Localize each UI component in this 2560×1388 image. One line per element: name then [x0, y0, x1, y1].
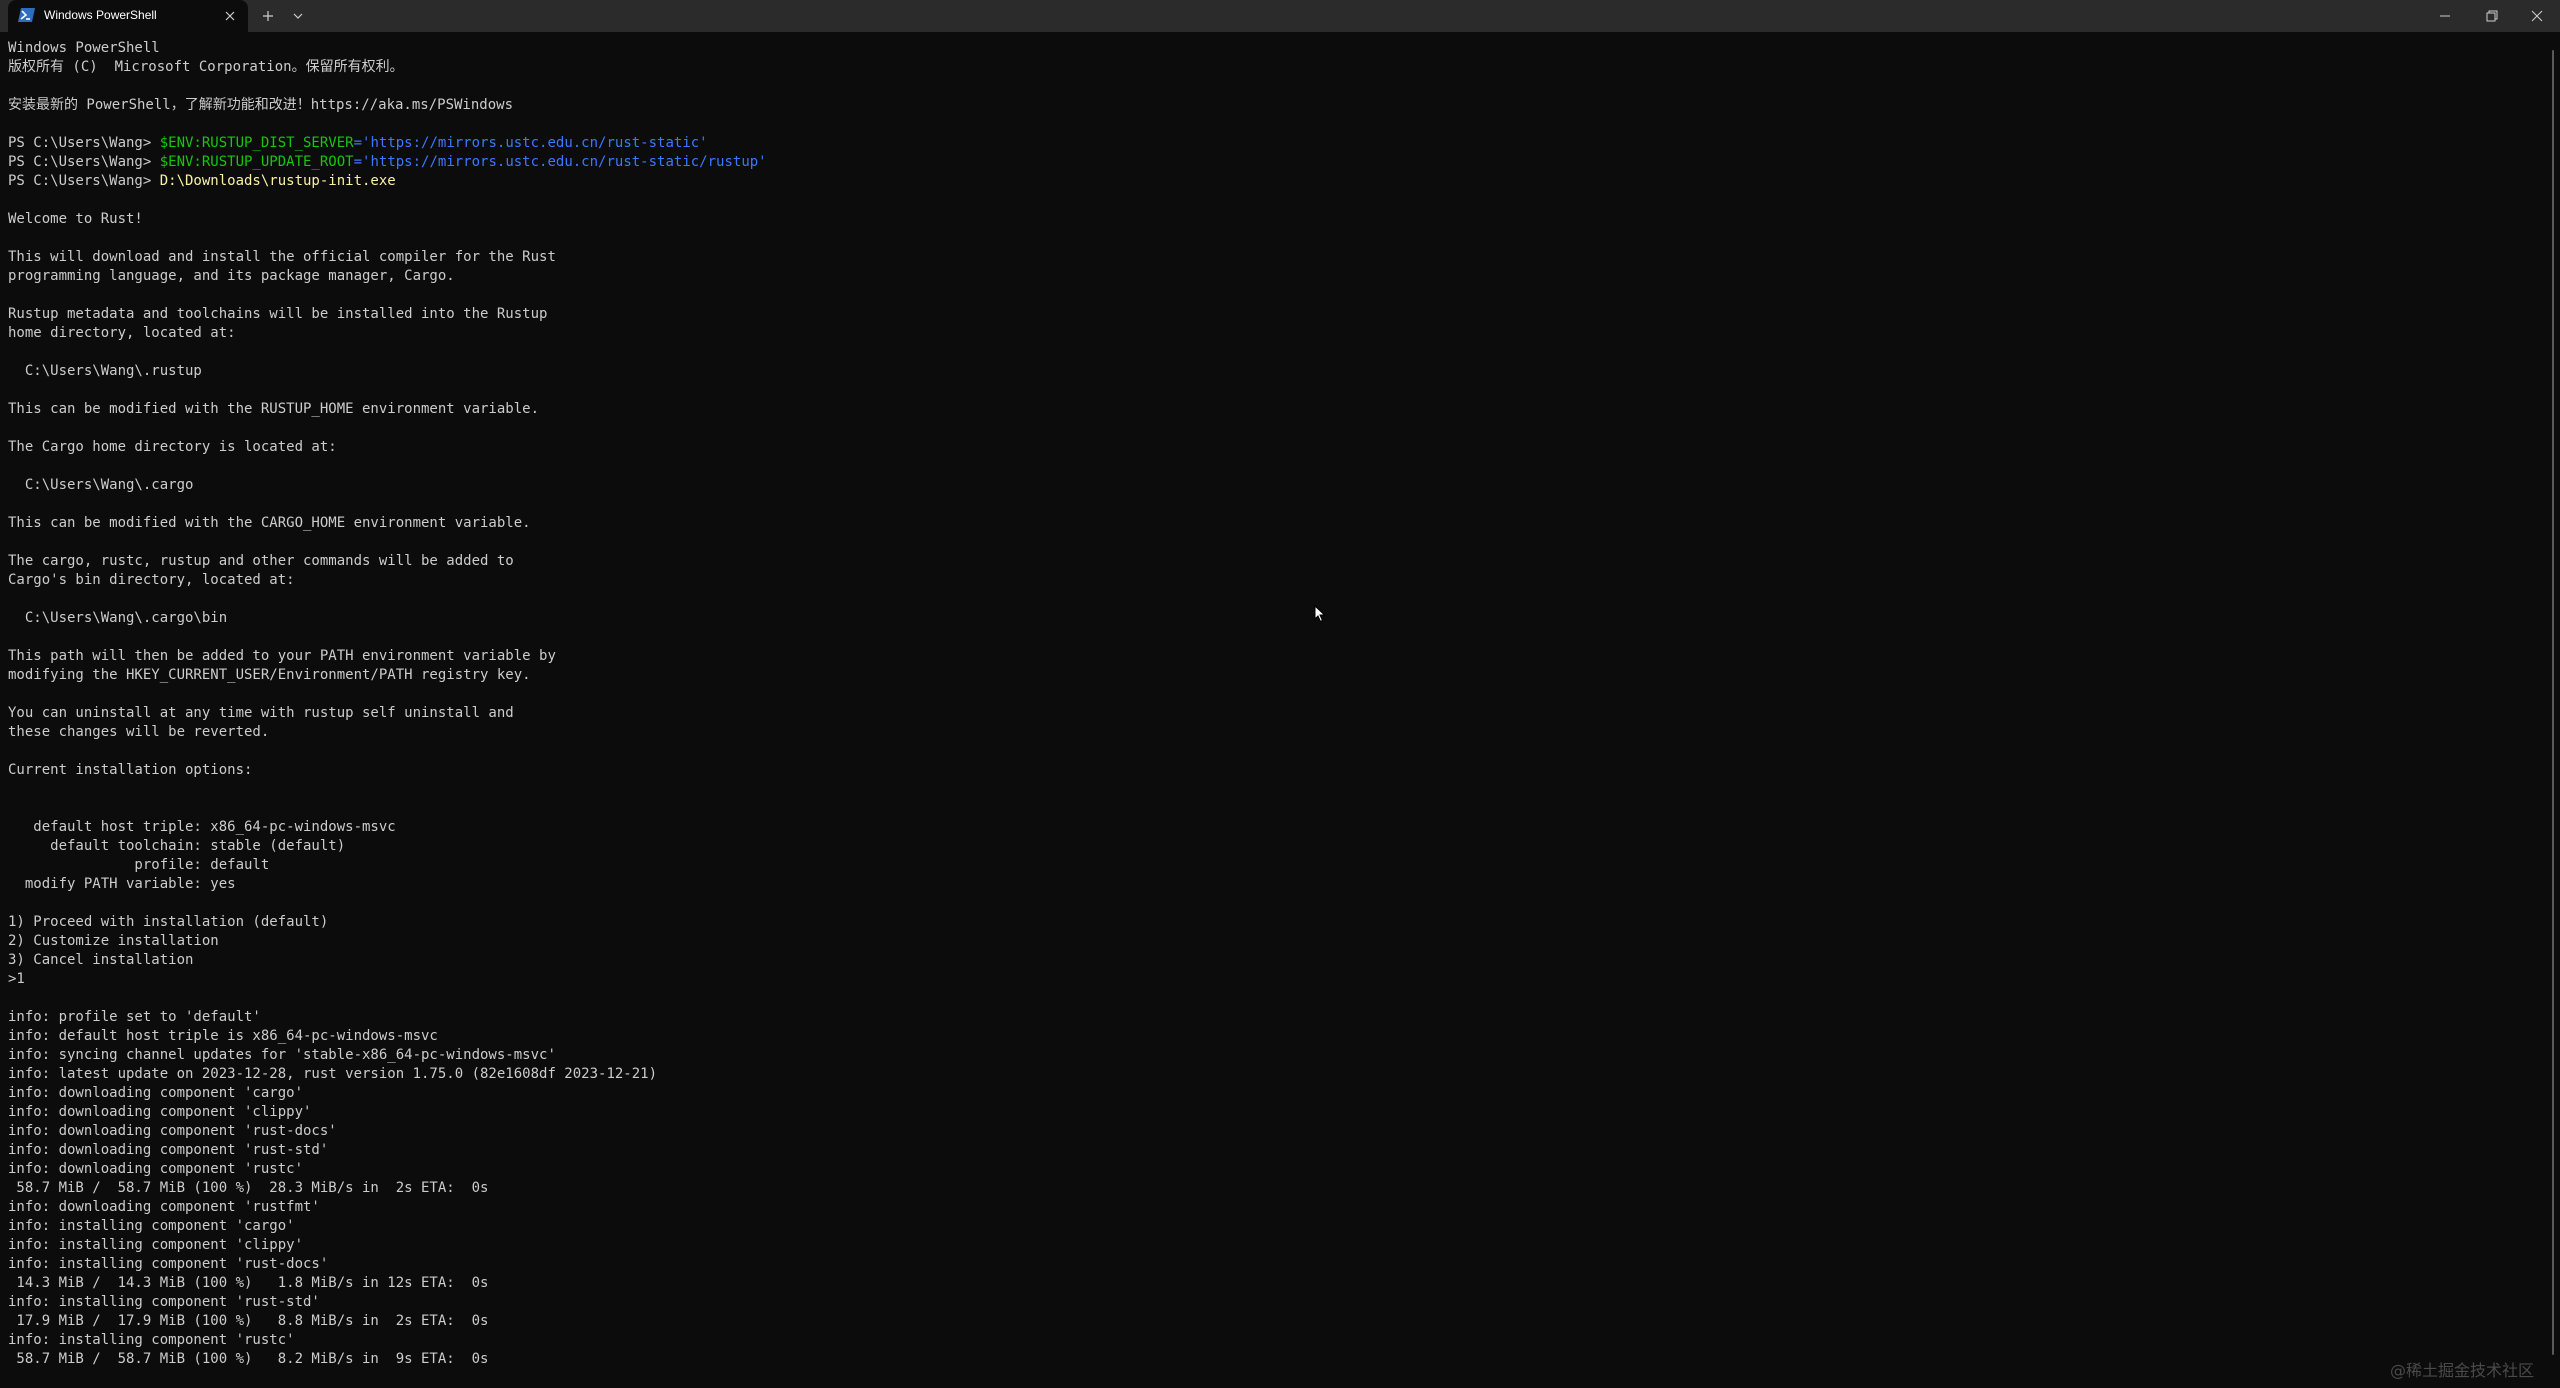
close-icon[interactable]: [2514, 0, 2560, 32]
env-variable: $ENV:RUSTUP_DIST_SERVER: [159, 135, 354, 151]
console-line: This can be modified with the CARGO_HOME…: [8, 515, 531, 531]
console-line: info: default host triple is x86_64-pc-w…: [8, 1028, 438, 1044]
console-line: info: downloading component 'rustfmt': [8, 1199, 320, 1215]
console-line: The cargo, rustc, rustup and other comma…: [8, 553, 514, 569]
console-line: C:\Users\Wang\.cargo\bin: [8, 610, 228, 626]
console-line: home directory, located at:: [8, 325, 236, 341]
restore-icon[interactable]: [2468, 0, 2514, 32]
env-variable: $ENV:RUSTUP_UPDATE_ROOT: [159, 154, 354, 170]
console-line: This will download and install the offic…: [8, 249, 556, 265]
console-line: 58.7 MiB / 58.7 MiB (100 %) 8.2 MiB/s in…: [8, 1351, 489, 1367]
assignment-operator: =: [353, 154, 363, 170]
console-line: default toolchain: stable (default): [8, 838, 346, 854]
console-line: info: installing component 'cargo': [8, 1218, 295, 1234]
string-literal: 'https://mirrors.ustc.edu.cn/rust-static…: [362, 135, 708, 151]
console-line: default host triple: x86_64-pc-windows-m…: [8, 819, 396, 835]
console-line: This can be modified with the RUSTUP_HOM…: [8, 401, 540, 417]
console-line: these changes will be reverted.: [8, 724, 270, 740]
console-line: 14.3 MiB / 14.3 MiB (100 %) 1.8 MiB/s in…: [8, 1275, 489, 1291]
tab-title: Windows PowerShell: [44, 8, 157, 22]
console-line: The Cargo home directory is located at:: [8, 439, 337, 455]
console-line: Rustup metadata and toolchains will be i…: [8, 306, 548, 322]
console-line: info: downloading component 'rust-std': [8, 1142, 329, 1158]
console-line: 安装最新的 PowerShell，了解新功能和改进！https://aka.ms…: [8, 97, 514, 113]
console-line: 2) Customize installation: [8, 933, 219, 949]
console-line: info: downloading component 'rust-docs': [8, 1123, 337, 1139]
console-line: 17.9 MiB / 17.9 MiB (100 %) 8.8 MiB/s in…: [8, 1313, 489, 1329]
console-line: info: installing component 'rust-docs': [8, 1256, 329, 1272]
console-line: profile: default: [8, 857, 270, 873]
console-line: Cargo's bin directory, located at:: [8, 572, 295, 588]
title-bar: Windows PowerShell: [0, 0, 2560, 32]
assignment-operator: =: [353, 135, 363, 151]
console-line: Current installation options:: [8, 762, 253, 778]
close-icon[interactable]: [220, 6, 240, 26]
watermark: @稀土掘金技术社区: [2390, 1361, 2535, 1380]
console-line: 58.7 MiB / 58.7 MiB (100 %) 28.3 MiB/s i…: [8, 1180, 489, 1196]
console-line: info: downloading component 'rustc': [8, 1161, 304, 1177]
console-line: >1: [8, 971, 25, 987]
console-line: info: installing component 'rustc': [8, 1332, 295, 1348]
prompt: PS C:\Users\Wang>: [8, 135, 160, 151]
console-line: info: downloading component 'clippy': [8, 1104, 312, 1120]
powershell-icon: [18, 8, 35, 22]
console-line: info: installing component 'clippy': [8, 1237, 304, 1253]
console-line: You can uninstall at any time with rustu…: [8, 705, 514, 721]
console-line: Welcome to Rust!: [8, 211, 143, 227]
console-line: Windows PowerShell: [8, 40, 160, 56]
console-line: This path will then be added to your PAT…: [8, 648, 556, 664]
tab-windows-powershell[interactable]: Windows PowerShell: [8, 0, 248, 32]
command-line: PS C:\Users\Wang> D:\Downloads\rustup-in…: [8, 172, 2538, 191]
console-output[interactable]: Windows PowerShell 版权所有 (C) Microsoft Cor…: [8, 39, 2538, 1384]
console-line: 1) Proceed with installation (default): [8, 914, 329, 930]
scrollbar[interactable]: [2552, 50, 2554, 1355]
console-line: modify PATH variable: yes: [8, 876, 236, 892]
prompt: PS C:\Users\Wang>: [8, 154, 160, 170]
chevron-down-icon[interactable]: [288, 6, 308, 26]
string-literal: 'https://mirrors.ustc.edu.cn/rust-static…: [362, 154, 767, 170]
console-line: C:\Users\Wang\.rustup: [8, 363, 202, 379]
minimize-icon[interactable]: [2422, 0, 2468, 32]
command-line: PS C:\Users\Wang> $ENV:RUSTUP_UPDATE_ROO…: [8, 153, 2538, 172]
console-line: info: latest update on 2023-12-28, rust …: [8, 1066, 658, 1082]
console-line: info: downloading component 'cargo': [8, 1085, 304, 1101]
console-line: programming language, and its package ma…: [8, 268, 455, 284]
command-text: D:\Downloads\rustup-init.exe: [159, 173, 396, 189]
prompt: PS C:\Users\Wang>: [8, 173, 160, 189]
console-line: 3) Cancel installation: [8, 952, 194, 968]
console-line: info: syncing channel updates for 'stabl…: [8, 1047, 556, 1063]
console-line: info: profile set to 'default': [8, 1009, 261, 1025]
console-line: C:\Users\Wang\.cargo: [8, 477, 194, 493]
console-line: modifying the HKEY_CURRENT_USER/Environm…: [8, 667, 531, 683]
mouse-pointer-icon: [1314, 604, 1326, 623]
plus-icon[interactable]: [258, 6, 278, 26]
console-line: 版权所有 (C) Microsoft Corporation。保留所有权利。: [8, 59, 404, 75]
console-line: info: installing component 'rust-std': [8, 1294, 320, 1310]
command-line: PS C:\Users\Wang> $ENV:RUSTUP_DIST_SERVE…: [8, 134, 2538, 153]
